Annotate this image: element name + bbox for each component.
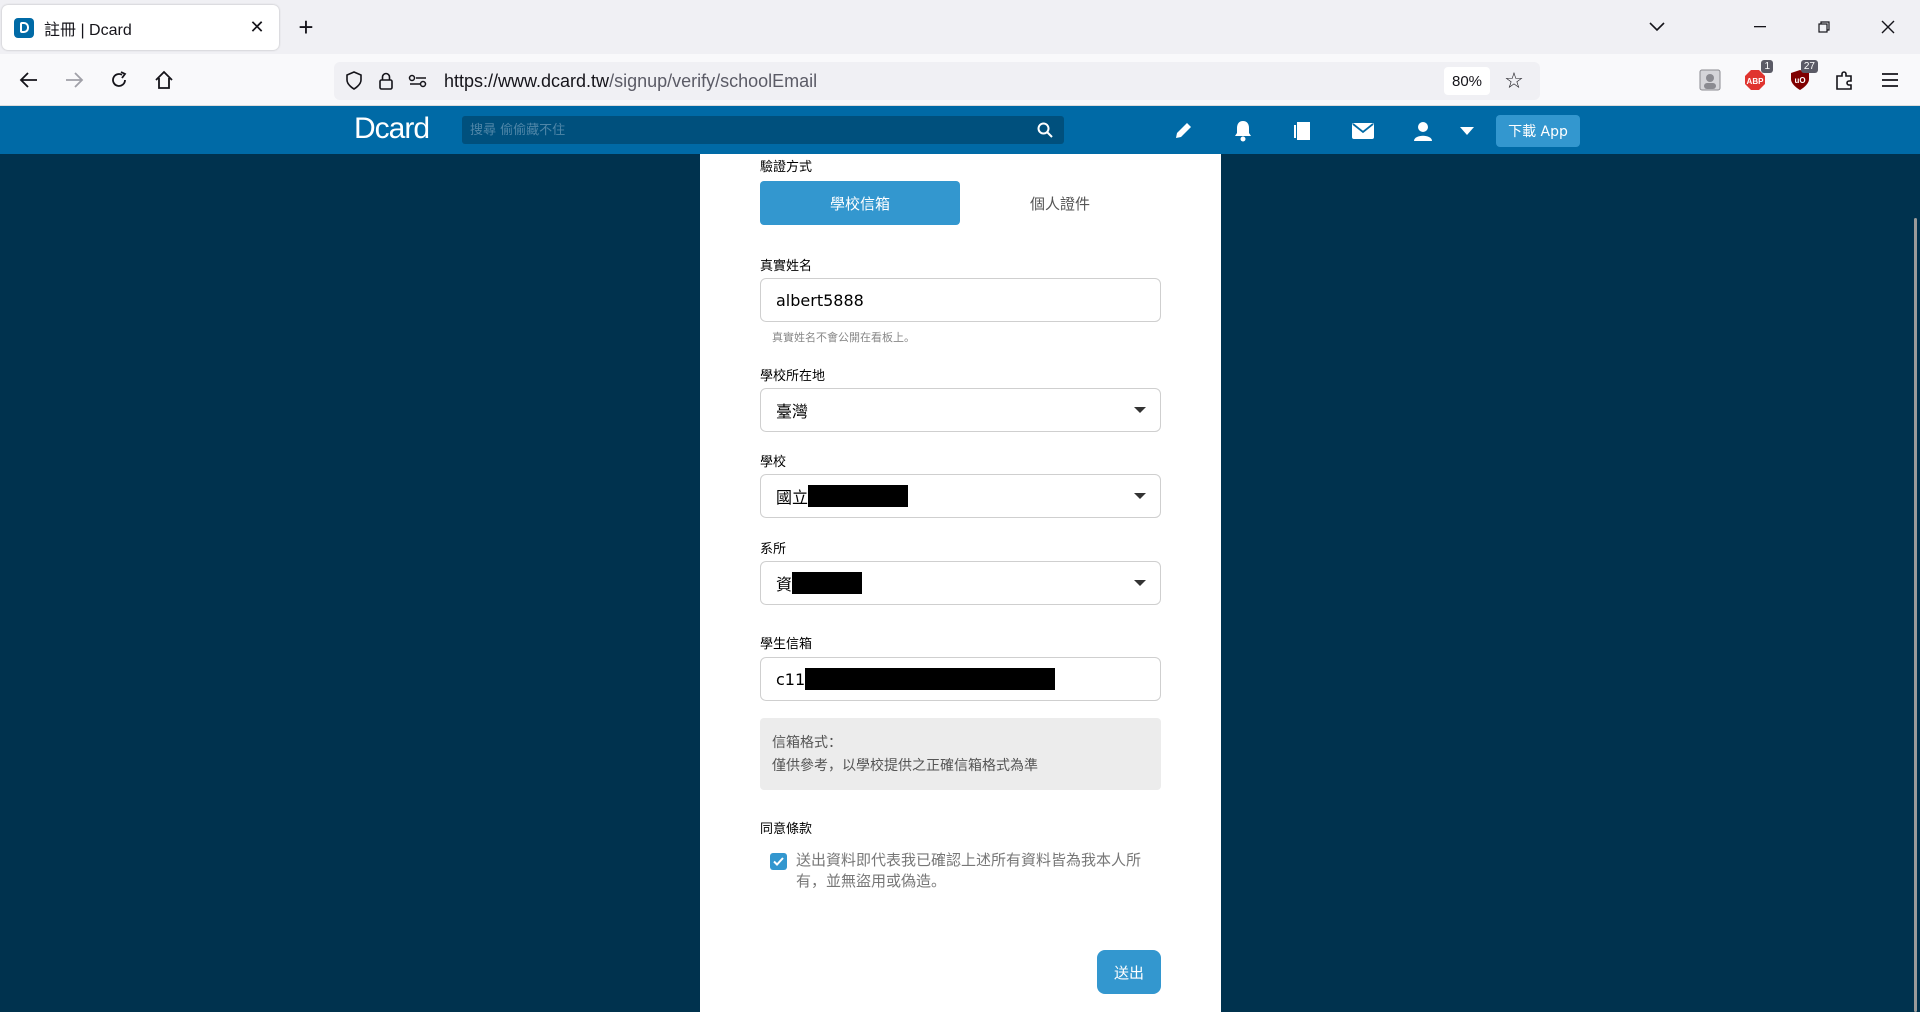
tab-title: 註冊 | Dcard — [44, 21, 132, 39]
verify-method-toggle: 學校信箱 個人證件 — [760, 181, 1161, 225]
realname-hint: 真實姓名不會公開在看板上。 — [772, 331, 915, 344]
search-input[interactable] — [462, 116, 1026, 144]
redacted-block — [808, 485, 909, 507]
browser-tabbar: 註冊 | Dcard ✕ + — [0, 0, 1920, 54]
realname-field[interactable]: albert5888 — [760, 278, 1161, 322]
dept-select[interactable]: 資 — [760, 561, 1161, 605]
location-select[interactable]: 臺灣 — [760, 388, 1161, 432]
checkmark-icon — [773, 857, 784, 866]
school-label: 學校 — [760, 455, 787, 470]
dropdown-caret-icon — [1134, 407, 1146, 413]
dept-label: 系所 — [760, 542, 787, 557]
dropdown-caret-icon — [1134, 580, 1146, 586]
dcard-logo[interactable]: Dcard — [354, 112, 430, 146]
terms-text: 送出資料即代表我已確認上述所有資料皆為我本人所有，並無盜用或偽造。 — [796, 851, 1142, 890]
restore-button[interactable] — [1792, 0, 1856, 54]
verify-form-card: 驗證方式 學校信箱 個人證件 真實姓名 albert5888 真實姓名不會公開在… — [700, 154, 1221, 1012]
svg-text:ABP: ABP — [1747, 77, 1765, 86]
terms-checkbox[interactable] — [770, 853, 787, 870]
download-app-button[interactable]: 下載 App — [1496, 115, 1580, 147]
app-menu-icon[interactable] — [1876, 66, 1904, 94]
list-all-tabs-icon[interactable] — [1632, 0, 1682, 54]
browser-navbar: https://www.dcard.tw/signup/verify/schoo… — [0, 54, 1920, 106]
back-icon[interactable] — [12, 63, 46, 97]
tab-close-icon[interactable]: ✕ — [245, 16, 269, 40]
tab-school-email[interactable]: 學校信箱 — [760, 181, 960, 225]
dropdown-caret-icon — [1134, 493, 1146, 499]
user-icon[interactable] — [1410, 118, 1436, 144]
tab-personal-id[interactable]: 個人證件 — [960, 181, 1160, 225]
forward-icon[interactable] — [57, 63, 91, 97]
search-box — [462, 116, 1026, 144]
url-bar[interactable]: https://www.dcard.tw/signup/verify/schoo… — [334, 62, 1540, 100]
location-label: 學校所在地 — [760, 369, 826, 384]
window-controls — [1632, 0, 1920, 54]
bookmark-star-icon[interactable]: ☆ — [1500, 68, 1528, 94]
terms-agreement: 送出資料即代表我已確認上述所有資料皆為我本人所有，並無盜用或偽造。 — [770, 850, 1150, 892]
ublock-icon[interactable]: uO 27 — [1786, 60, 1818, 94]
method-label: 驗證方式 — [760, 160, 813, 175]
adblock-badge: 1 — [1761, 60, 1773, 73]
adblock-icon[interactable]: ABP 1 — [1741, 60, 1773, 94]
format-title: 信箱格式： — [772, 735, 842, 751]
extension-profile-icon[interactable] — [1696, 66, 1724, 94]
new-tab-button[interactable]: + — [292, 14, 320, 42]
pencil-icon[interactable] — [1170, 118, 1196, 144]
browser-tab[interactable]: 註冊 | Dcard ✕ — [2, 5, 279, 50]
bell-icon[interactable] — [1230, 118, 1256, 144]
home-icon[interactable] — [147, 63, 181, 97]
page-scrollbar[interactable] — [1914, 218, 1917, 1012]
student-email-field[interactable]: c11 — [760, 657, 1161, 701]
format-note-text: 僅供參考，以學校提供之正確信箱格式為準 — [772, 758, 1038, 774]
tracking-shield-icon[interactable] — [342, 69, 366, 93]
search-icon — [1037, 122, 1053, 138]
url-text[interactable]: https://www.dcard.tw/signup/verify/schoo… — [444, 71, 1444, 92]
submit-button[interactable]: 送出 — [1097, 950, 1161, 994]
mail-icon[interactable] — [1350, 118, 1376, 144]
realname-label: 真實姓名 — [760, 259, 813, 274]
dcard-favicon-icon — [14, 17, 34, 38]
email-format-note: 信箱格式： 僅供參考，以學校提供之正確信箱格式為準 — [760, 718, 1161, 790]
minimize-button[interactable] — [1728, 0, 1792, 54]
cards-icon[interactable] — [1290, 118, 1316, 144]
terms-label: 同意條款 — [760, 822, 813, 837]
extensions-puzzle-icon[interactable] — [1831, 66, 1859, 94]
svg-text:uO: uO — [1794, 76, 1805, 85]
lock-icon[interactable] — [374, 69, 398, 93]
redacted-block — [805, 668, 1056, 690]
permissions-icon[interactable] — [406, 69, 430, 93]
chevron-down-icon[interactable] — [1454, 118, 1480, 144]
close-window-button[interactable] — [1856, 0, 1920, 54]
dcard-header: Dcard 下載 App — [0, 106, 1920, 154]
email-label: 學生信箱 — [760, 637, 813, 652]
ublock-badge: 27 — [1800, 60, 1818, 73]
reload-icon[interactable] — [102, 63, 136, 97]
zoom-level[interactable]: 80% — [1444, 67, 1490, 95]
redacted-block — [792, 572, 863, 594]
search-button[interactable] — [1026, 116, 1064, 144]
school-select[interactable]: 國立 — [760, 474, 1161, 518]
